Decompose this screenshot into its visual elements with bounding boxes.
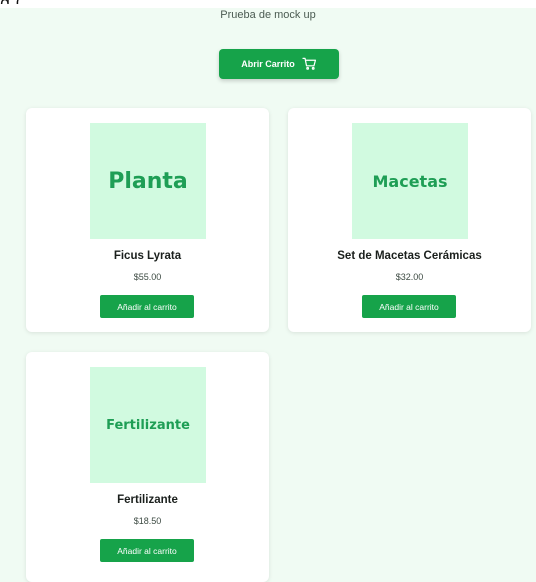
product-name: Fertilizante <box>117 494 178 506</box>
add-to-cart-button[interactable]: Añadir al carrito <box>100 295 194 318</box>
product-price: $55.00 <box>133 272 162 282</box>
product-price: $32.00 <box>395 272 424 282</box>
open-cart-label: Abrir Carrito <box>241 59 295 69</box>
add-to-cart-button[interactable]: Añadir al carrito <box>362 295 456 318</box>
product-card-fertilizante: Fertilizante Fertilizante $18.50 Añadir … <box>26 352 269 582</box>
cut-off-header-text: g ( <box>0 0 21 4</box>
product-card-macetas: Macetas Set de Macetas Cerámicas $32.00 … <box>288 108 531 332</box>
product-name: Set de Macetas Cerámicas <box>337 250 482 262</box>
product-card-ficus: Planta Ficus Lyrata $55.00 Añadir al car… <box>26 108 269 332</box>
product-image-planta: Planta <box>90 123 206 239</box>
cart-icon <box>302 57 317 72</box>
page-subtitle: Prueba de mock up <box>220 9 316 21</box>
top-strip <box>0 0 536 8</box>
product-name: Ficus Lyrata <box>113 250 182 262</box>
product-image-fertilizante: Fertilizante <box>90 367 206 483</box>
add-to-cart-button[interactable]: Añadir al carrito <box>100 539 194 562</box>
product-image-macetas: Macetas <box>352 123 468 239</box>
open-cart-button[interactable]: Abrir Carrito <box>219 49 339 79</box>
product-price: $18.50 <box>133 516 162 526</box>
